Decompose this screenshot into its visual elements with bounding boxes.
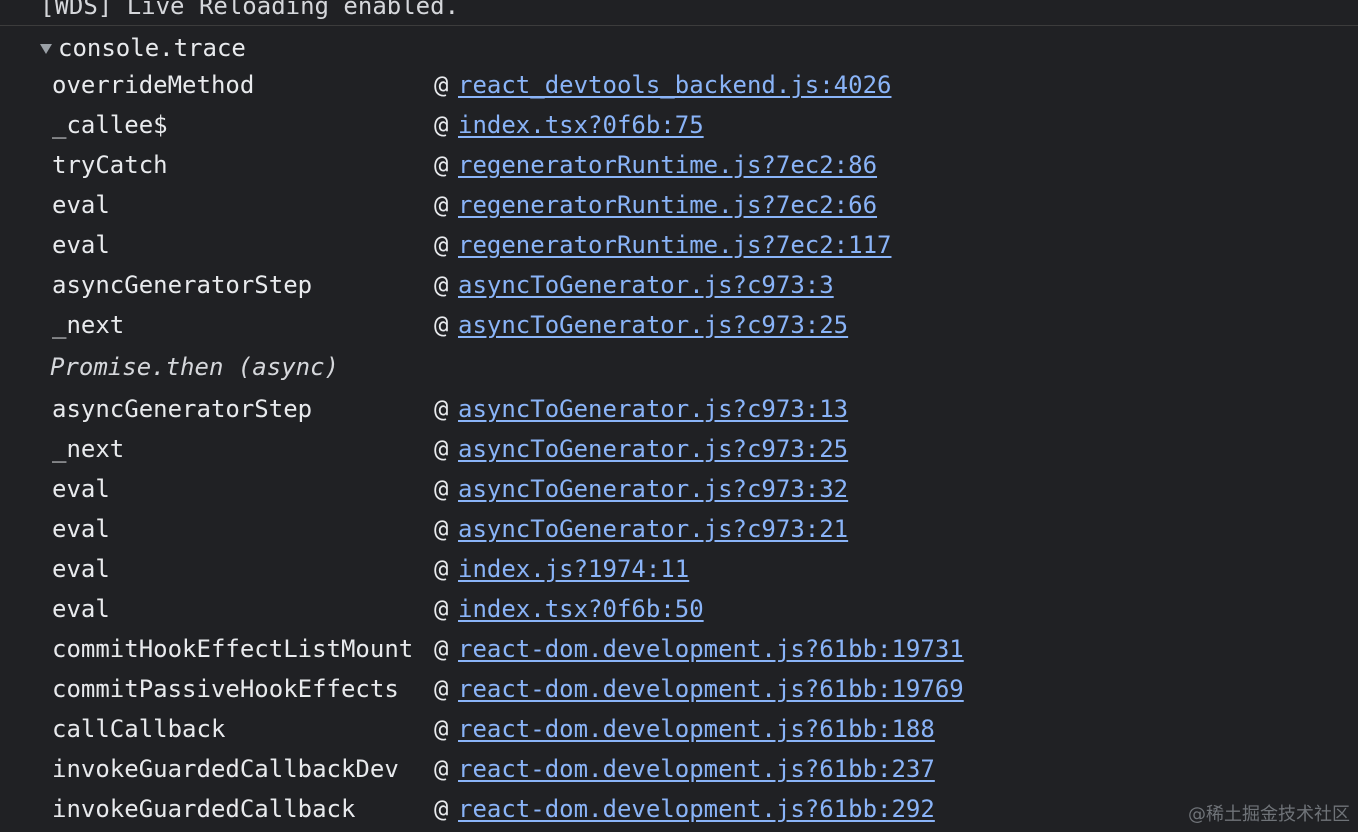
stack-frame-row: eval @ index.tsx?0f6b:50 bbox=[0, 589, 1358, 629]
stack-frame-function: overrideMethod bbox=[52, 71, 255, 99]
stack-frame-source-link[interactable]: regeneratorRuntime.js?7ec2:117 bbox=[458, 225, 891, 265]
stack-frame-source-link[interactable]: react_devtools_backend.js:4026 bbox=[458, 65, 891, 105]
stack-frame-row: commitPassiveHookEffects @ react-dom.devel… bbox=[0, 669, 1358, 709]
stack-frame-function: asyncGeneratorStep bbox=[52, 271, 313, 299]
stack-frame-row: eval @ regeneratorRuntime.js?7ec2:117 bbox=[0, 225, 1358, 265]
stack-frame-function: _next bbox=[52, 435, 125, 463]
console-trace-toggle[interactable]: console.trace bbox=[40, 30, 246, 66]
at-symbol: @ bbox=[434, 675, 449, 703]
stack-frame-row: eval @ regeneratorRuntime.js?7ec2:66 bbox=[0, 185, 1358, 225]
async-label: Promise.then (async) bbox=[50, 353, 339, 381]
at-symbol: @ bbox=[434, 795, 449, 823]
stack-frame-source-link[interactable]: asyncToGenerator.js?c973:32 bbox=[458, 469, 848, 509]
at-symbol: @ bbox=[434, 311, 449, 339]
console-trace-label: console.trace bbox=[58, 34, 246, 62]
stack-frame-source-link[interactable]: regeneratorRuntime.js?7ec2:86 bbox=[458, 145, 877, 185]
at-symbol: @ bbox=[434, 715, 449, 743]
stack-frame-source-link[interactable]: asyncToGenerator.js?c973:3 bbox=[458, 265, 834, 305]
at-symbol: @ bbox=[434, 435, 449, 463]
stack-frame-source-link[interactable]: react-dom.development.js?61bb:19769 bbox=[458, 669, 964, 709]
at-symbol: @ bbox=[434, 635, 449, 663]
stack-frame-function: eval bbox=[52, 515, 110, 543]
stack-frame-function: callCallback bbox=[52, 715, 226, 743]
at-symbol: @ bbox=[434, 111, 449, 139]
stack-frame-source-link[interactable]: react-dom.development.js?61bb:237 bbox=[458, 749, 935, 789]
stack-frame-row: eval @ asyncToGenerator.js?c973:32 bbox=[0, 469, 1358, 509]
stack-frame-function: invokeGuardedCallbackDev bbox=[52, 755, 399, 783]
at-symbol: @ bbox=[434, 191, 449, 219]
stack-frame-source-link[interactable]: index.js?1974:11 bbox=[458, 549, 689, 589]
stack-frame-function: tryCatch bbox=[52, 151, 168, 179]
stack-frame-function: _callee$ bbox=[52, 111, 168, 139]
stack-frame-source-link[interactable]: react-dom.development.js?61bb:188 bbox=[458, 709, 935, 749]
stack-frame-source-link[interactable]: index.tsx?0f6b:50 bbox=[458, 589, 704, 629]
stack-frame-function: commitPassiveHookEffects bbox=[52, 675, 399, 703]
stack-frame-row: tryCatch @ regeneratorRuntime.js?7ec2:86 bbox=[0, 145, 1358, 185]
at-symbol: @ bbox=[434, 755, 449, 783]
stack-frame-source-link[interactable]: asyncToGenerator.js?c973:13 bbox=[458, 389, 848, 429]
stack-frame-row: eval @ asyncToGenerator.js?c973:21 bbox=[0, 509, 1358, 549]
stack-frame-source-link[interactable]: asyncToGenerator.js?c973:25 bbox=[458, 429, 848, 469]
stack-frame-row: callCallback @ react-dom.development.js?61… bbox=[0, 709, 1358, 749]
async-separator: Promise.then (async) bbox=[0, 345, 1358, 389]
stack-frame-function: asyncGeneratorStep bbox=[52, 395, 313, 423]
stack-frame-row: _next @ asyncToGenerator.js?c973:25 bbox=[0, 429, 1358, 469]
stack-frame-row: _next @ asyncToGenerator.js?c973:25 bbox=[0, 305, 1358, 345]
at-symbol: @ bbox=[434, 475, 449, 503]
stack-frame-function: _next bbox=[52, 311, 125, 339]
stack-frame-function: invokeGuardedCallback bbox=[52, 795, 356, 823]
stack-frame-source-link[interactable]: regeneratorRuntime.js?7ec2:66 bbox=[458, 185, 877, 225]
stack-frame-row: overrideMethod @ react_devtools_backend.js… bbox=[0, 65, 1358, 105]
stack-frame-row: asyncGeneratorStep @ asyncToGenerator.js?c… bbox=[0, 265, 1358, 305]
stack-frame-row: commitHookEffectListMount @ react-dom.deve… bbox=[0, 629, 1358, 669]
stack-frame-row: asyncGeneratorStep @ asyncToGenerator.js?c… bbox=[0, 389, 1358, 429]
at-symbol: @ bbox=[434, 271, 449, 299]
stack-frame-function: commitHookEffectListMount bbox=[52, 635, 414, 663]
devtools-console: [WDS] Live Reloading enabled. console.tr… bbox=[0, 0, 1358, 832]
stack-frame-function: eval bbox=[52, 191, 110, 219]
stack-frame-source-link[interactable]: react-dom.development.js?61bb:292 bbox=[458, 789, 935, 829]
console-message-live-reload: [WDS] Live Reloading enabled. bbox=[0, 0, 1358, 26]
stack-frame-source-link[interactable]: asyncToGenerator.js?c973:21 bbox=[458, 509, 848, 549]
at-symbol: @ bbox=[434, 71, 449, 99]
stack-frame-function: eval bbox=[52, 475, 110, 503]
stack-frame-row: invokeGuardedCallback @ react-dom.developm… bbox=[0, 789, 1358, 829]
at-symbol: @ bbox=[434, 231, 449, 259]
stack-frame-source-link[interactable]: react-dom.development.js?61bb:19731 bbox=[458, 629, 964, 669]
stack-frame-row: _callee$ @ index.tsx?0f6b:75 bbox=[0, 105, 1358, 145]
at-symbol: @ bbox=[434, 595, 449, 623]
stack-frame-source-link[interactable]: asyncToGenerator.js?c973:25 bbox=[458, 305, 848, 345]
stack-frame-function: eval bbox=[52, 555, 110, 583]
stack-trace-list: overrideMethod @ react_devtools_backend.js… bbox=[0, 65, 1358, 829]
stack-frame-source-link[interactable]: index.tsx?0f6b:75 bbox=[458, 105, 704, 145]
stack-frame-function: eval bbox=[52, 231, 110, 259]
stack-frame-row: invokeGuardedCallbackDev @ react-dom.devel… bbox=[0, 749, 1358, 789]
stack-frame-row: eval @ index.js?1974:11 bbox=[0, 549, 1358, 589]
at-symbol: @ bbox=[434, 151, 449, 179]
watermark: @稀土掘金技术社区 bbox=[1188, 804, 1350, 825]
at-symbol: @ bbox=[434, 555, 449, 583]
at-symbol: @ bbox=[434, 395, 449, 423]
stack-frame-function: eval bbox=[52, 595, 110, 623]
at-symbol: @ bbox=[434, 515, 449, 543]
caret-down-icon[interactable] bbox=[40, 44, 52, 54]
